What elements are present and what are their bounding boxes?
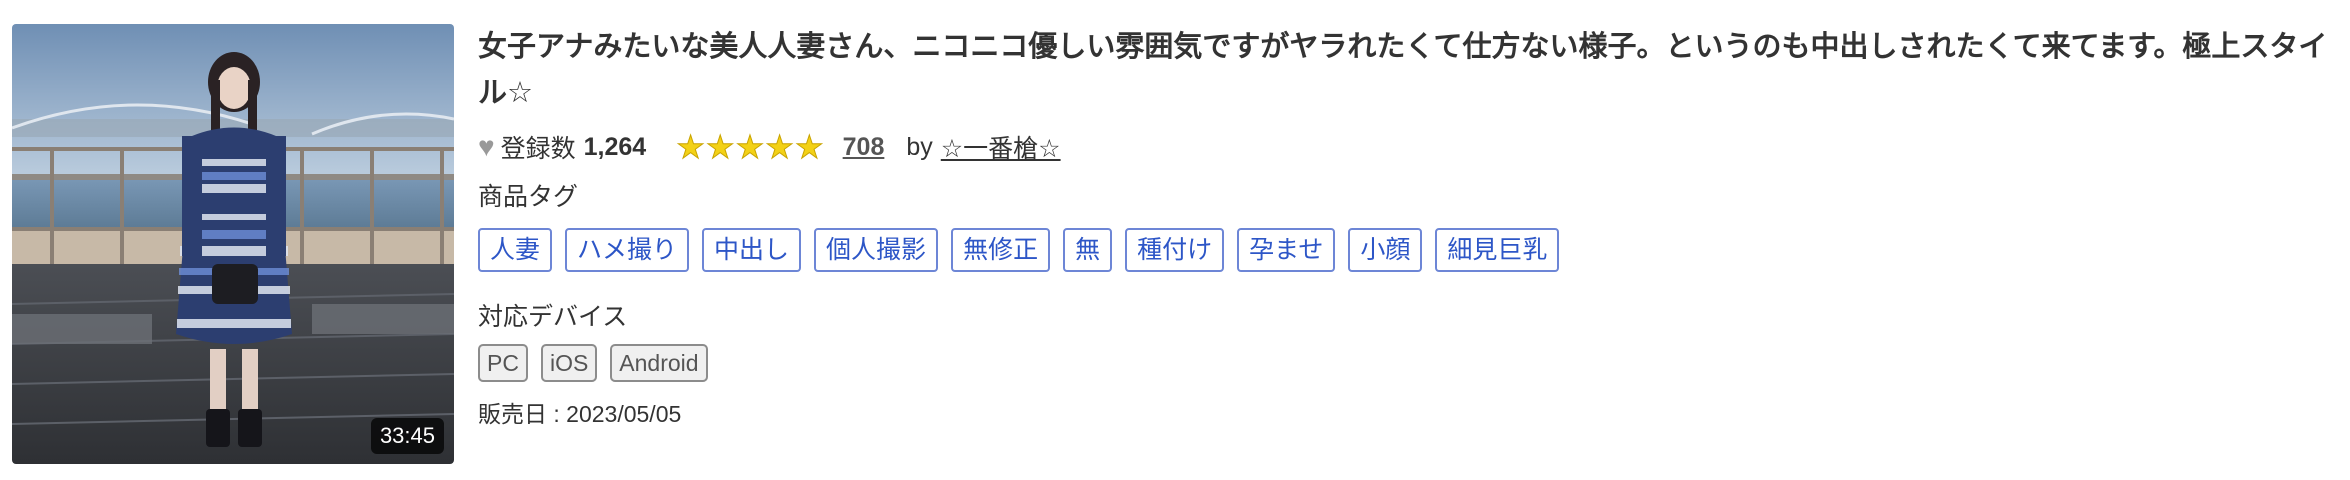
- release-date: 販売日 : 2023/05/05: [478, 401, 682, 427]
- device-badge: Android: [610, 344, 708, 382]
- product-meta: ♥ 登録数 1,264 ★ ★ ★ ★ ★ 708 by ☆一番槍☆: [478, 128, 2338, 166]
- rating-stars: ★ ★ ★ ★ ★: [676, 128, 824, 166]
- tag-link[interactable]: 人妻: [478, 228, 553, 272]
- tag-link[interactable]: 孕ませ: [1237, 228, 1336, 272]
- tag-link[interactable]: 無: [1063, 228, 1113, 272]
- tag-list: 人妻 ハメ撮り 中出し 個人撮影 無修正 無 種付け 孕ませ 小顔 細見巨乳: [478, 228, 2338, 272]
- by-label: by: [906, 132, 933, 161]
- tag-link[interactable]: 個人撮影: [814, 228, 939, 272]
- star-icon: ★: [765, 129, 795, 166]
- tag-link[interactable]: 種付け: [1125, 228, 1225, 272]
- star-icon: ★: [794, 129, 824, 166]
- author-link[interactable]: ☆一番槍☆: [941, 129, 1061, 165]
- video-thumbnail[interactable]: 33:45: [12, 24, 454, 464]
- review-count-link[interactable]: 708: [843, 133, 885, 162]
- product-list-item: 33:45 女子アナみたいな美人人妻さん、ニコニコ優しい雰囲気ですがヤラれたくて…: [0, 0, 2350, 480]
- heart-icon[interactable]: ♥: [478, 131, 495, 163]
- registration-count: 1,264: [583, 132, 647, 161]
- tag-link[interactable]: 小顔: [1348, 228, 1423, 272]
- product-title[interactable]: 女子アナみたいな美人人妻さん、ニコニコ優しい雰囲気ですがヤラれたくて仕方ない様子…: [478, 24, 2338, 116]
- tag-link[interactable]: 中出し: [702, 228, 802, 272]
- device-badge: iOS: [540, 344, 598, 382]
- product-info: 女子アナみたいな美人人妻さん、ニコニコ優しい雰囲気ですがヤラれたくて仕方ない様子…: [478, 24, 2338, 432]
- star-icon: ★: [676, 129, 706, 166]
- device-list: PC iOS Android: [478, 344, 2338, 382]
- registration-label: 登録数: [500, 135, 576, 163]
- device-badge: PC: [478, 344, 528, 382]
- duration-badge: 33:45: [370, 418, 444, 454]
- star-icon: ★: [705, 129, 735, 166]
- star-icon: ★: [735, 129, 765, 166]
- devices-label: 対応デバイス: [478, 303, 628, 331]
- tag-link[interactable]: 無修正: [951, 228, 1051, 272]
- thumbnail-image: [12, 24, 454, 464]
- tag-link[interactable]: ハメ撮り: [565, 228, 690, 272]
- tags-label: 商品タグ: [478, 183, 579, 211]
- tag-link[interactable]: 細見巨乳: [1435, 228, 1560, 272]
